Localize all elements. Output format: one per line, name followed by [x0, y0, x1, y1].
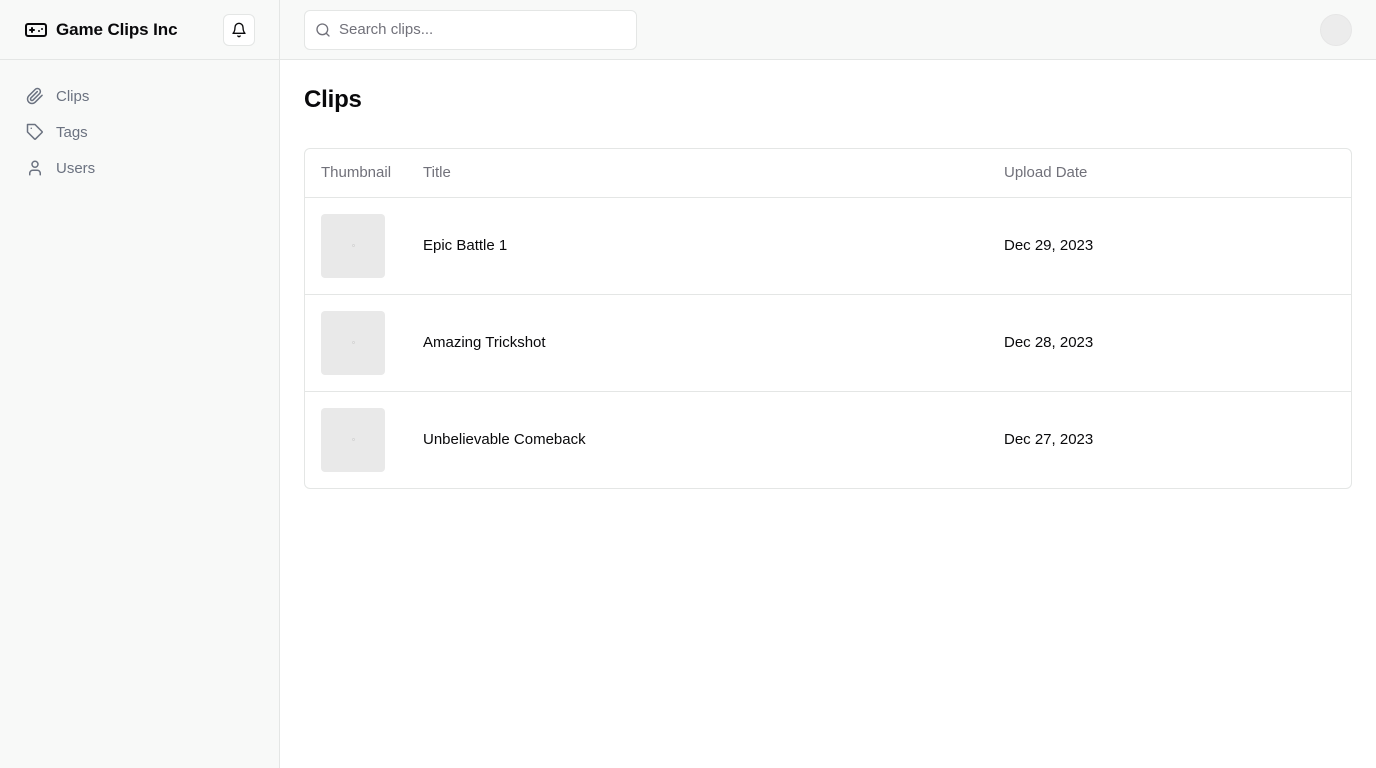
app-root: Game Clips Inc Clips Tags Users Search c… [0, 0, 1376, 768]
clip-upload-date: Dec 29, 2023 [1004, 237, 1094, 254]
column-header-upload-date: Upload Date [988, 149, 1351, 198]
main-area: Clips Thumbnail Title Upload Date [280, 0, 1376, 768]
content: Clips Thumbnail Title Upload Date Epic B… [280, 60, 1376, 489]
image-placeholder-icon [351, 341, 355, 344]
tag-icon [26, 123, 44, 141]
clip-thumbnail[interactable] [321, 213, 385, 278]
sidebar-item-users[interactable]: Users [16, 152, 263, 184]
paperclip-icon [26, 87, 44, 105]
bell-icon [231, 22, 247, 38]
table-header: Thumbnail Title Upload Date [305, 149, 1351, 198]
clip-upload-date: Dec 27, 2023 [1004, 431, 1094, 449]
sidebar-item-label: Users [56, 159, 96, 177]
sidebar-item-clips[interactable]: Clips [16, 80, 263, 112]
clip-upload-date: Dec 28, 2023 [1004, 334, 1094, 351]
search-icon [315, 22, 331, 38]
brand-link[interactable]: Game Clips Inc [24, 18, 178, 42]
top-bar [280, 0, 1376, 60]
table-row[interactable]: Unbelievable Comeback Dec 27, 2023 [305, 391, 1351, 488]
sidebar-nav: Clips Tags Users [0, 60, 279, 184]
table-row[interactable]: Epic Battle 1 Dec 29, 2023 [305, 197, 1351, 294]
user-icon [26, 159, 44, 177]
brand-bar: Game Clips Inc [0, 0, 279, 60]
image-placeholder-icon [351, 438, 355, 442]
image-placeholder-icon [351, 244, 355, 247]
sidebar-item-label: Tags [56, 123, 88, 141]
sidebar: Game Clips Inc Clips Tags Users [0, 0, 280, 768]
clip-title: Unbelievable Comeback [423, 431, 586, 449]
brand-name: Game Clips Inc [56, 19, 178, 39]
gamepad-icon [24, 18, 48, 42]
search-input[interactable] [339, 21, 626, 38]
clip-title: Epic Battle 1 [423, 237, 508, 254]
column-header-title: Title [407, 149, 988, 198]
notifications-button[interactable] [223, 14, 255, 46]
sidebar-item-tags[interactable]: Tags [16, 116, 263, 148]
clip-thumbnail[interactable] [321, 407, 385, 472]
page-title: Clips [304, 86, 362, 113]
table-row[interactable]: Amazing Trickshot Dec 28, 2023 [305, 294, 1351, 391]
clips-table-container: Thumbnail Title Upload Date Epic Battle … [304, 148, 1352, 489]
user-avatar[interactable] [1320, 14, 1352, 46]
search-box [304, 9, 637, 50]
clip-thumbnail[interactable] [321, 310, 385, 375]
clip-title: Amazing Trickshot [423, 334, 546, 351]
clips-table: Thumbnail Title Upload Date Epic Battle … [305, 149, 1351, 488]
sidebar-item-label: Clips [56, 87, 90, 105]
column-header-thumbnail: Thumbnail [305, 149, 407, 198]
